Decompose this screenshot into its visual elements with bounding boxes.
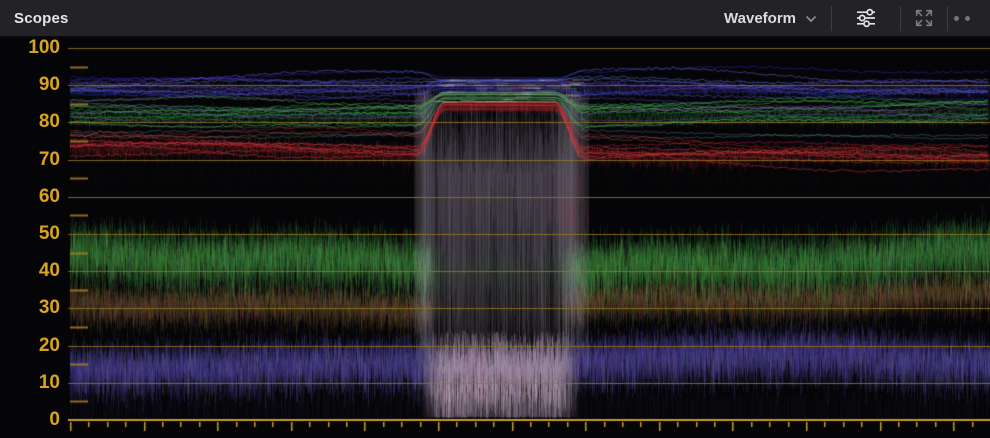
scope-type-label: Waveform <box>724 9 796 27</box>
y-axis-label-100: 100 <box>28 37 60 58</box>
y-axis-label-10: 10 <box>38 371 60 393</box>
expand-icon <box>915 9 933 27</box>
scopes-panel-header: Scopes Waveform <box>0 0 990 38</box>
y-axis-label-20: 20 <box>38 334 60 356</box>
y-axis-label-40: 40 <box>38 260 60 282</box>
y-axis-label-30: 30 <box>38 297 60 319</box>
panel-title: Scopes <box>14 9 69 27</box>
y-axis-label-80: 80 <box>38 111 60 133</box>
expand-panel-button[interactable] <box>901 0 947 36</box>
waveform-scope-display: 100 90 80 70 60 50 40 30 20 10 0 <box>0 37 990 438</box>
scope-settings-button[interactable] <box>832 0 900 36</box>
chevron-down-icon <box>805 15 817 23</box>
y-axis-label-90: 90 <box>38 74 60 96</box>
scope-type-dropdown[interactable]: Waveform <box>710 0 831 36</box>
waveform-graph <box>0 38 990 438</box>
y-axis-label-50: 50 <box>38 223 60 244</box>
sliders-icon <box>857 8 875 28</box>
y-axis-label-60: 60 <box>38 185 60 207</box>
y-axis-label-0: 0 <box>49 409 60 430</box>
panel-more-dots-icon[interactable] <box>948 0 990 36</box>
y-axis-label-70: 70 <box>38 148 60 170</box>
